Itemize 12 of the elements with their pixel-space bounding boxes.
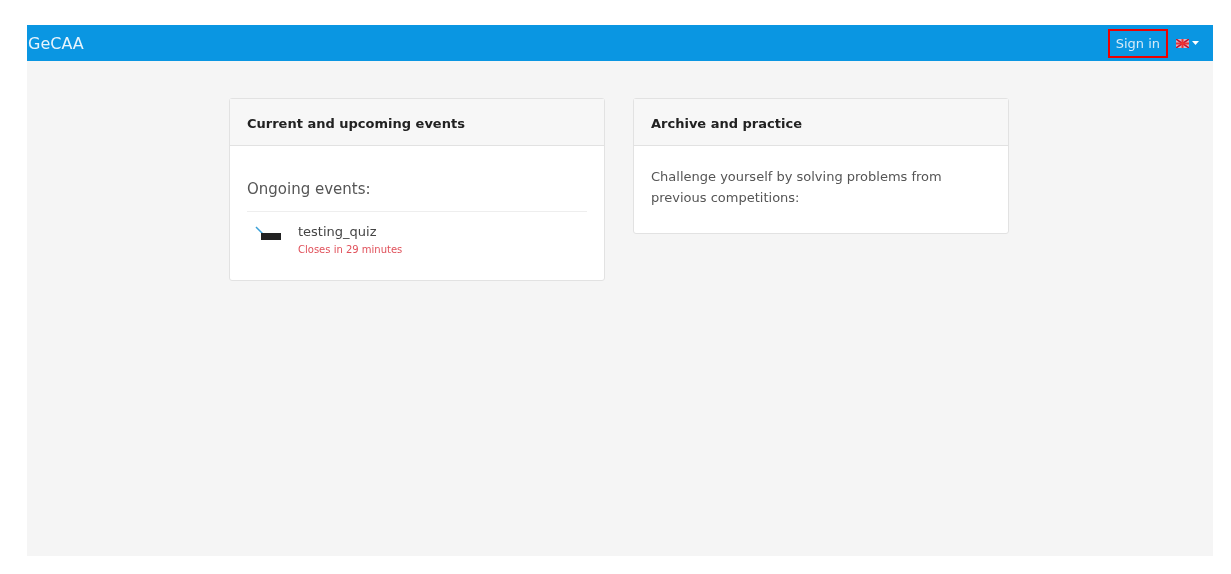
event-status: Closes in 29 minutes xyxy=(298,244,403,255)
language-dropdown[interactable] xyxy=(1174,36,1201,50)
sign-in-link[interactable]: Sign in xyxy=(1107,28,1168,58)
card-title: Current and upcoming events xyxy=(247,116,465,131)
event-link[interactable]: testing_quiz xyxy=(298,224,403,239)
caret-icon xyxy=(1192,41,1199,45)
event-logo-icon xyxy=(255,226,283,242)
card-text: Challenge yourself by solving problems from previous competitions: xyxy=(651,168,943,207)
flag-icon xyxy=(1176,38,1189,48)
card-title: Archive and practice xyxy=(651,116,802,131)
brand-link[interactable]: GeCAA xyxy=(27,33,84,53)
section-heading: Ongoing events: xyxy=(247,180,587,212)
